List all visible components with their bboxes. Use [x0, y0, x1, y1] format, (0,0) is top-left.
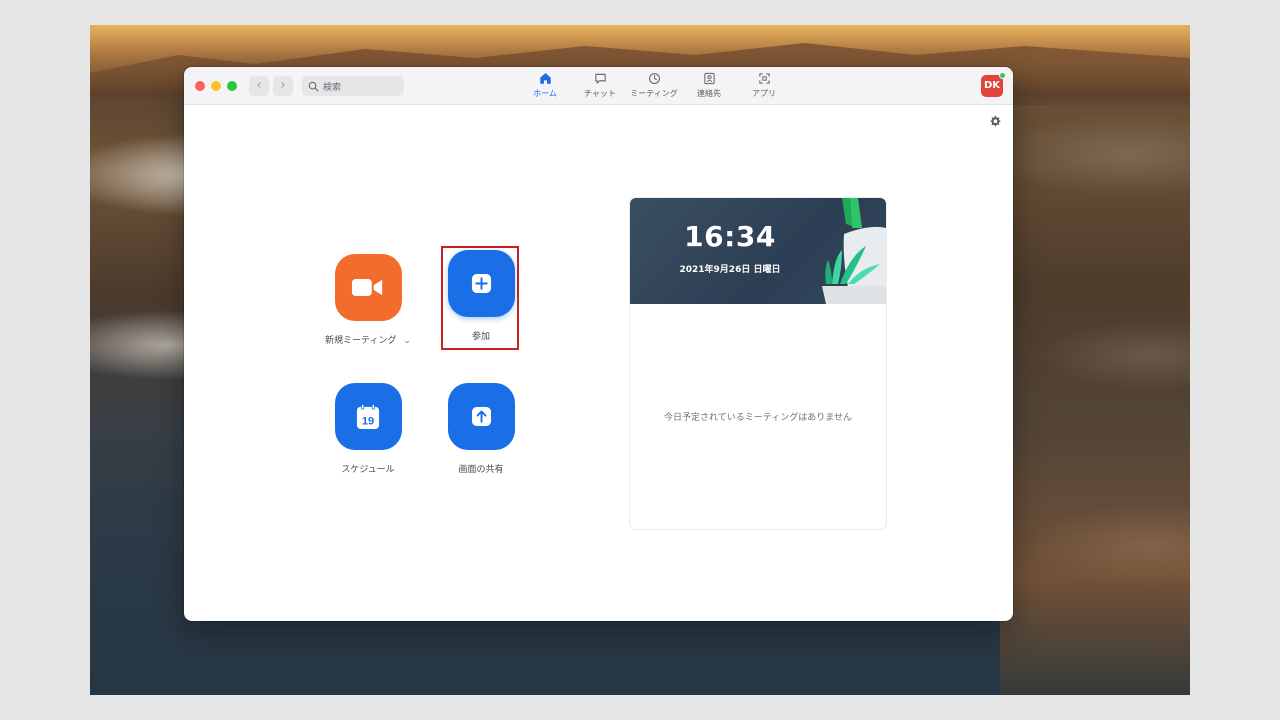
new-meeting-text: 新規ミーティング — [325, 336, 397, 346]
search-input[interactable]: 検索 — [302, 76, 404, 96]
new-meeting-action: 新規ミーティング ⌄ — [313, 254, 423, 346]
plant-illustration-icon — [822, 198, 886, 304]
tab-home-label: ホーム — [533, 89, 557, 98]
tab-apps-label: アプリ — [752, 89, 776, 98]
contacts-icon — [703, 72, 715, 85]
apps-icon — [758, 73, 770, 84]
join-highlight-box — [441, 246, 519, 350]
search-placeholder: 検索 — [323, 82, 342, 93]
online-status-dot — [999, 72, 1006, 79]
chevron-left-icon: ‹ — [256, 78, 262, 93]
search-icon — [308, 81, 319, 91]
tab-home[interactable]: ホーム — [515, 72, 575, 102]
tab-chat[interactable]: チャット — [570, 72, 630, 102]
share-screen-action: 画面の共有 — [426, 383, 536, 475]
tab-contacts-label: 連絡先 — [697, 89, 721, 98]
video-camera-icon — [351, 279, 383, 296]
no-meetings-message: 今日予定されているミーティングはありません — [664, 413, 852, 423]
minimize-window-button[interactable] — [211, 81, 221, 91]
schedule-label: スケジュール — [341, 465, 395, 475]
new-meeting-button[interactable] — [334, 254, 402, 321]
title-bar: ‹ › 検索 ホーム チャット ミーティング 連絡先 アプリ DK — [184, 67, 1013, 105]
tab-apps[interactable]: アプリ — [734, 72, 794, 102]
current-date: 2021年9月26日 日曜日 — [679, 265, 781, 275]
wallpaper-cliff — [1000, 105, 1190, 695]
share-screen-label: 画面の共有 — [458, 465, 504, 475]
gear-icon[interactable] — [989, 115, 1001, 127]
schedule-action: 19 スケジュール — [313, 383, 423, 475]
chat-icon — [594, 73, 606, 84]
share-arrow-icon — [471, 406, 491, 427]
tab-meetings-label: ミーティング — [630, 89, 678, 98]
calendar-day: 19 — [362, 415, 374, 427]
close-window-button[interactable] — [195, 81, 205, 91]
calendar-icon: 19 — [356, 403, 380, 429]
new-meeting-label: 新規ミーティング ⌄ — [313, 333, 423, 346]
forward-button[interactable]: › — [273, 76, 293, 96]
schedule-button[interactable]: 19 — [334, 383, 402, 450]
zoom-window: ‹ › 検索 ホーム チャット ミーティング 連絡先 アプリ DK 新規ミーティ… — [184, 67, 1013, 621]
share-screen-button[interactable] — [447, 383, 515, 450]
upcoming-meetings-card: 16:34 2021年9月26日 日曜日 今日予定されているミーティングはありま… — [629, 197, 887, 530]
home-icon — [539, 73, 551, 84]
card-header: 16:34 2021年9月26日 日曜日 — [630, 198, 886, 304]
tab-contacts[interactable]: 連絡先 — [679, 72, 739, 102]
tab-meetings[interactable]: ミーティング — [624, 72, 684, 102]
back-button[interactable]: ‹ — [249, 76, 269, 96]
chevron-right-icon: › — [280, 78, 286, 93]
maximize-window-button[interactable] — [227, 81, 237, 91]
clock-icon — [648, 73, 660, 84]
current-time: 16:34 — [684, 220, 776, 253]
tab-chat-label: チャット — [584, 89, 616, 98]
chevron-down-icon[interactable]: ⌄ — [403, 336, 411, 346]
